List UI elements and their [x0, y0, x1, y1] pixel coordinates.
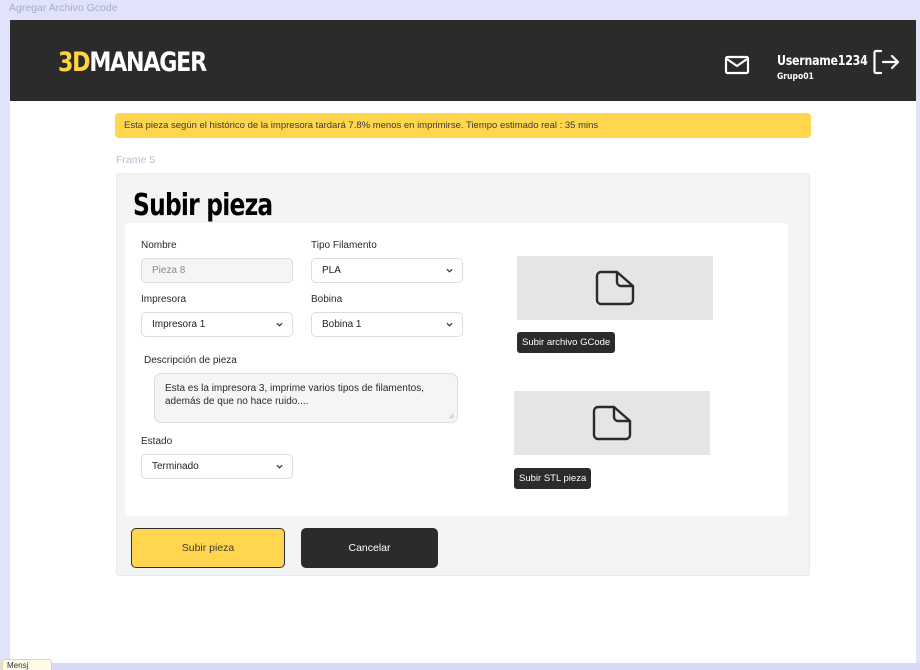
upload-gcode-button[interactable]: Subir archivo GCode	[517, 332, 616, 353]
chevron-down-icon	[276, 322, 283, 327]
logo-accent: 3D	[58, 47, 91, 78]
tipo-filamento-select[interactable]: PLA	[311, 258, 463, 283]
bottom-tag[interactable]: Mensj	[2, 659, 52, 670]
bobina-value: Bobina 1	[322, 319, 362, 330]
username[interactable]: Username1234	[777, 54, 868, 69]
page: 3DMANAGER Username1234 Grupo01 Esta piez…	[10, 20, 916, 664]
nombre-label: Nombre	[141, 240, 177, 251]
chevron-down-icon	[446, 268, 453, 273]
stl-dropzone[interactable]	[514, 391, 710, 455]
bottom-strip	[0, 663, 920, 670]
top-header: 3DMANAGER Username1234 Grupo01	[10, 20, 916, 101]
chevron-down-icon	[276, 464, 283, 469]
estado-label: Estado	[141, 436, 173, 447]
descripcion-textarea[interactable]: Esta es la impresora 3, imprime varios t…	[154, 373, 458, 423]
estado-select[interactable]: Terminado	[141, 454, 293, 479]
bobina-label: Bobina	[311, 294, 343, 305]
submit-button[interactable]: Subir pieza	[131, 528, 285, 568]
descripcion-label: Descripción de pieza	[144, 355, 237, 366]
nombre-input[interactable]: Pieza 8	[141, 258, 293, 283]
impresora-label: Impresora	[141, 294, 187, 305]
gcode-dropzone[interactable]	[517, 256, 713, 320]
upload-stl-button[interactable]: Subir STL pieza	[514, 468, 592, 489]
resize-grip-icon[interactable]	[448, 413, 454, 419]
bobina-select[interactable]: Bobina 1	[311, 312, 463, 337]
chevron-down-icon	[446, 322, 453, 327]
tipo-filamento-label: Tipo Filamento	[311, 240, 377, 251]
frame-title-label: Agregar Archivo Gcode	[9, 2, 118, 14]
impresora-select[interactable]: Impresora 1	[141, 312, 293, 337]
estado-value: Terminado	[152, 461, 199, 472]
impresora-value: Impresora 1	[152, 319, 206, 330]
app-logo[interactable]: 3DMANAGER	[58, 47, 207, 78]
logo-text: MANAGER	[89, 47, 207, 78]
user-group: Grupo01	[777, 72, 814, 82]
estimate-banner: Esta pieza según el histórico de la impr…	[115, 113, 811, 138]
page-title: Subir pieza	[133, 188, 273, 223]
file-icon	[595, 270, 635, 306]
file-icon	[592, 405, 632, 441]
frame-label: Frame 5	[116, 154, 156, 166]
tipo-filamento-value: PLA	[322, 265, 341, 276]
descripcion-value: Esta es la impresora 3, imprime varios t…	[165, 383, 424, 407]
cancel-button[interactable]: Cancelar	[301, 528, 438, 568]
mail-icon[interactable]	[724, 54, 750, 76]
upload-card: Subir pieza Nombre Pieza 8 Tipo Filament…	[116, 173, 810, 576]
form-panel: Nombre Pieza 8 Tipo Filamento PLA Impres…	[125, 223, 788, 516]
logout-icon[interactable]	[872, 48, 902, 76]
